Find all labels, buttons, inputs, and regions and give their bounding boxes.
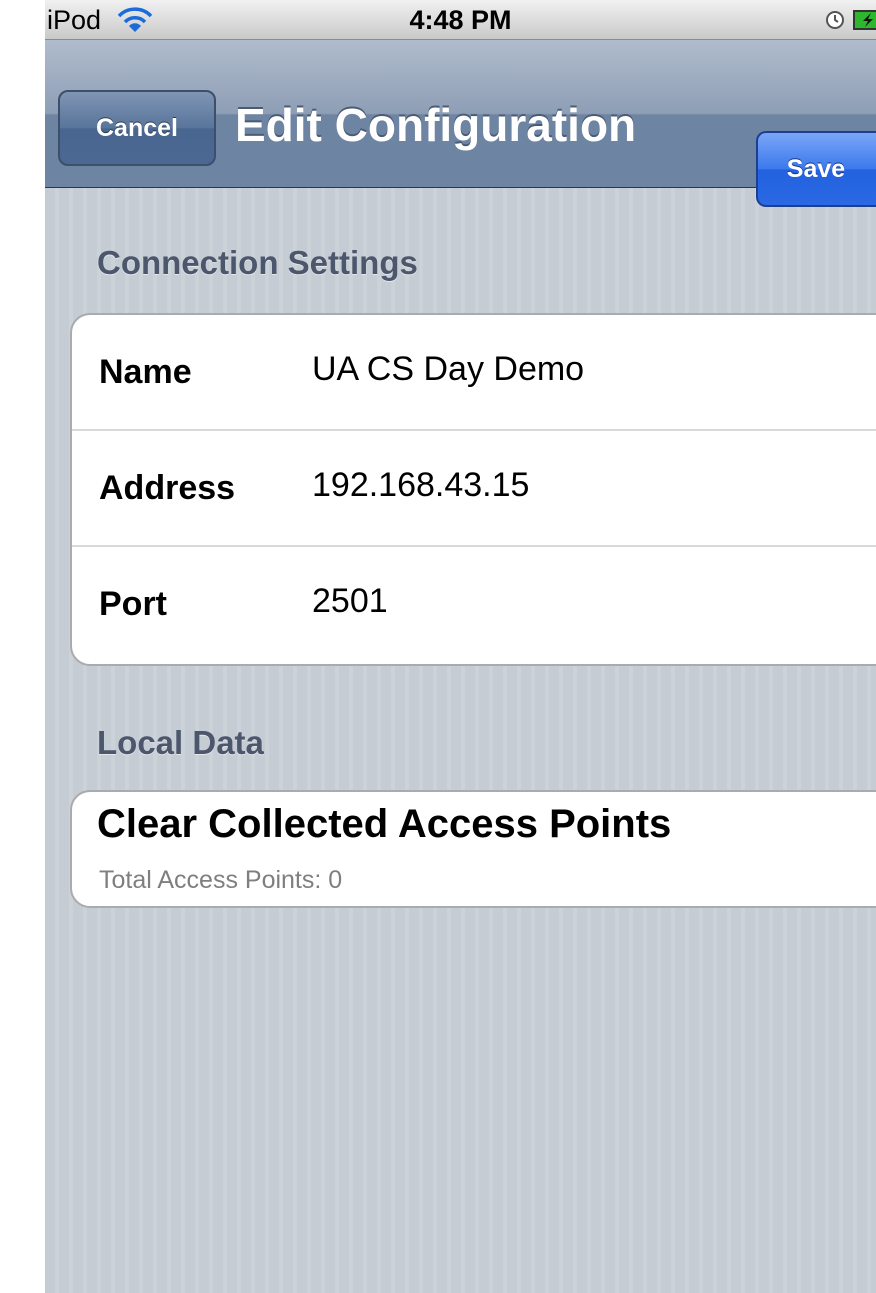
battery-charging-icon — [853, 10, 876, 30]
port-row[interactable]: Port 2501 — [72, 547, 876, 663]
address-label: Address — [99, 469, 236, 507]
clear-access-points-label: Clear Collected Access Points — [97, 802, 672, 846]
status-time: 4:48 PM — [409, 5, 512, 35]
status-bar: iPod 4:48 PM — [45, 0, 876, 40]
alarm-icon — [826, 11, 844, 29]
section-header-connection: Connection Settings — [97, 244, 418, 281]
name-row[interactable]: Name UA CS Day Demo — [72, 315, 876, 431]
connection-settings-group: Name UA CS Day Demo Address 192.168.43.1… — [70, 313, 876, 666]
total-access-points-label: Total Access Points: 0 — [99, 866, 343, 894]
name-label: Name — [99, 353, 192, 391]
address-row[interactable]: Address 192.168.43.15 — [72, 431, 876, 547]
address-field[interactable]: 192.168.43.15 — [312, 466, 529, 505]
save-button[interactable]: Save — [756, 131, 876, 207]
port-field[interactable]: 2501 — [312, 582, 388, 621]
screen: iPod 4:48 PM Cancel Save Edit Configurat… — [45, 0, 876, 1293]
clear-access-points-button[interactable]: Clear Collected Access Points Total Acce… — [70, 790, 876, 908]
page-title: Edit Configuration — [235, 99, 637, 151]
cancel-button[interactable]: Cancel — [58, 90, 216, 166]
port-label: Port — [99, 585, 167, 623]
name-field[interactable]: UA CS Day Demo — [312, 350, 584, 389]
section-header-local-data: Local Data — [97, 724, 264, 761]
